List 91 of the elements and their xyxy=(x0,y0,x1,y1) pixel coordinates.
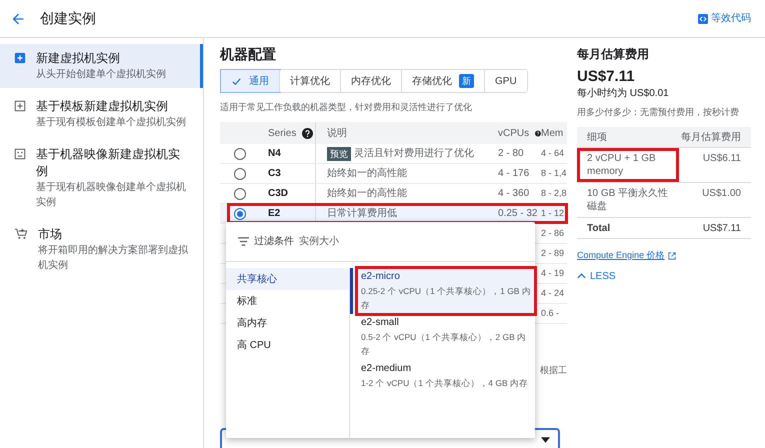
column-header: vCPUs xyxy=(498,126,530,140)
machine-type-detail: 1-2 个 vCPU（1 个共享核心），4 GB 内存 xyxy=(361,377,530,390)
series-cell-text: C3D xyxy=(268,187,288,201)
description-cell-text: 始终如一的高性能 xyxy=(327,186,407,201)
sidebar-item[interactable]: 市场 将开箱即用的解决方案部署到虚拟机实例 xyxy=(0,220,203,279)
section-description: 适用于常见工作负载的机器类型，针对费用和灵活性进行了优化 xyxy=(220,101,473,114)
square-face-icon xyxy=(14,148,26,160)
radio-button[interactable] xyxy=(234,148,246,160)
memory-cell: 0.6 - xyxy=(541,308,560,318)
machine-type-name: e2-micro xyxy=(361,270,401,284)
check-icon xyxy=(231,76,242,86)
hourly-cost: 每小时约为 US$0.01 xyxy=(577,87,670,100)
new-badge: 新 xyxy=(459,74,474,88)
item-cell-text: 2 vCPU + 1 GB memory xyxy=(587,152,657,178)
dropdown-caret-icon xyxy=(541,436,550,442)
filter-label: 过滤条件 xyxy=(254,234,294,249)
filter-tab[interactable]: 通用 xyxy=(221,70,280,92)
vcpus-cell: 4 - 360 xyxy=(498,188,530,199)
chevron-up-icon xyxy=(577,273,586,279)
machine-type-item[interactable]: e2-small 0.5-2 个 vCPU（1 个共享核心），2 GB 内存 xyxy=(350,314,535,360)
square-plus-icon xyxy=(14,100,26,112)
column-header: Mem xyxy=(541,126,564,140)
memory-cell: 4 - 64 xyxy=(541,148,564,158)
memory-cell: 4 - 19 xyxy=(541,268,564,278)
cost-cell-text: US$6.11 xyxy=(702,152,741,166)
radio-button[interactable] xyxy=(234,208,246,220)
panel-title: 每月估算费用 xyxy=(577,46,650,62)
description-cell-text: 始终如一的高性能 xyxy=(327,166,407,181)
memory-cell: 8 - 1,4 xyxy=(541,168,567,178)
help-icon xyxy=(535,128,541,138)
total-cost: US$7.11 xyxy=(702,222,741,236)
total-label: Total xyxy=(587,222,610,236)
monthly-cost: US$7.11 xyxy=(577,67,636,87)
vcpus-cell: 4 - 176 xyxy=(498,168,530,179)
category-item[interactable]: 高 CPU xyxy=(226,334,349,356)
description-cell-text: 灵活且针对费用进行了优化 xyxy=(354,146,474,161)
item-subtitle: 从头开始创建单个虚拟机实例 xyxy=(36,68,167,82)
help-icon xyxy=(302,128,314,138)
memory-cell: 2 - 89 xyxy=(541,248,564,258)
section-title: 机器配置 xyxy=(220,45,277,64)
machine-type-detail: 0.5-2 个 vCPU（1 个共享核心），2 GB 内存 xyxy=(361,331,528,358)
vcpus-cell: 2 - 80 xyxy=(498,148,524,159)
sidebar-item[interactable]: 新建虚拟机实例 从头开始创建单个虚拟机实例 xyxy=(0,44,203,88)
memory-cell: 4 - 24 xyxy=(541,288,564,298)
item-subtitle: 将开箱即用的解决方案部署到虚拟机实例 xyxy=(38,244,189,273)
machine-type-detail: 0.25-2 个 vCPU（1 个共享核心），1 GB 内存 xyxy=(361,285,532,312)
filter-icon xyxy=(238,237,249,246)
cost-cell-text: US$1.00 xyxy=(702,187,741,201)
item-title: 新建虚拟机实例 xyxy=(36,50,121,67)
page-title: 创建实例 xyxy=(40,9,96,28)
series-cell-text: C3 xyxy=(268,167,281,181)
series-cell-text: E2 xyxy=(268,207,280,221)
column-header: 细项 xyxy=(587,130,607,144)
machine-type-item[interactable]: e2-micro 0.25-2 个 vCPU（1 个共享核心），1 GB 内存 xyxy=(350,268,535,314)
code-icon xyxy=(698,14,708,24)
memory-cell: 2 - 86 xyxy=(541,228,564,238)
machine-type-item[interactable]: e2-medium 1-2 个 vCPU（1 个共享核心），4 GB 内存 xyxy=(350,360,535,392)
item-subtitle: 基于现有机器映像创建单个虚拟机实例 xyxy=(36,180,187,210)
item-title: 基于模板新建虚拟机实例 xyxy=(36,98,169,115)
item-title: 市场 xyxy=(38,226,63,243)
filter-value: 实例大小 xyxy=(299,234,339,249)
radio-button[interactable] xyxy=(234,188,246,200)
description-text: 根据工 xyxy=(540,364,567,377)
description-cell-text: 日常计算费用低 xyxy=(327,206,397,221)
vcpus-cell: 0.25 - 32 xyxy=(498,208,538,219)
sidebar-item[interactable]: 基于机器映像新建虚拟机实例 基于现有机器映像创建单个虚拟机实例 xyxy=(0,140,203,216)
less-button[interactable]: LESS xyxy=(577,268,616,284)
memory-cell: 8 - 2,8 xyxy=(541,188,567,198)
item-cell-text: 10 GB 平衡永久性磁盘 xyxy=(587,187,670,213)
filter-tab[interactable]: 计算优化 xyxy=(280,70,341,92)
category-item[interactable]: 标准 xyxy=(226,290,349,312)
radio-button[interactable] xyxy=(234,168,246,180)
column-header: 每月估算费用 xyxy=(681,130,741,144)
column-header: Series xyxy=(268,126,296,140)
column-header: 说明 xyxy=(327,126,347,140)
item-subtitle: 基于现有模板创建单个虚拟机实例 xyxy=(36,116,187,130)
sidebar-item[interactable]: 基于模板新建虚拟机实例 基于现有模板创建单个虚拟机实例 xyxy=(0,92,203,136)
item-title: 基于机器映像新建虚拟机实例 xyxy=(36,146,181,180)
machine-type-name: e2-small xyxy=(361,316,400,330)
series-cell-text: N4 xyxy=(268,147,281,161)
billing-note: 用多少付多少：无需预付费用，按秒计费 xyxy=(577,106,740,119)
code-link[interactable]: 等效代码 xyxy=(698,11,751,26)
cart-icon xyxy=(14,228,28,240)
pricing-link[interactable]: Compute Engine 价格 xyxy=(577,249,665,262)
external-link-icon xyxy=(668,252,676,260)
machine-type-name: e2-medium xyxy=(361,362,412,376)
preview-badge: 预览 xyxy=(327,146,351,160)
plus-icon xyxy=(14,52,26,64)
category-item[interactable]: 高内存 xyxy=(226,312,349,334)
memory-cell: 1 - 12 xyxy=(541,208,564,218)
category-item[interactable]: 共享核心 xyxy=(226,268,349,290)
